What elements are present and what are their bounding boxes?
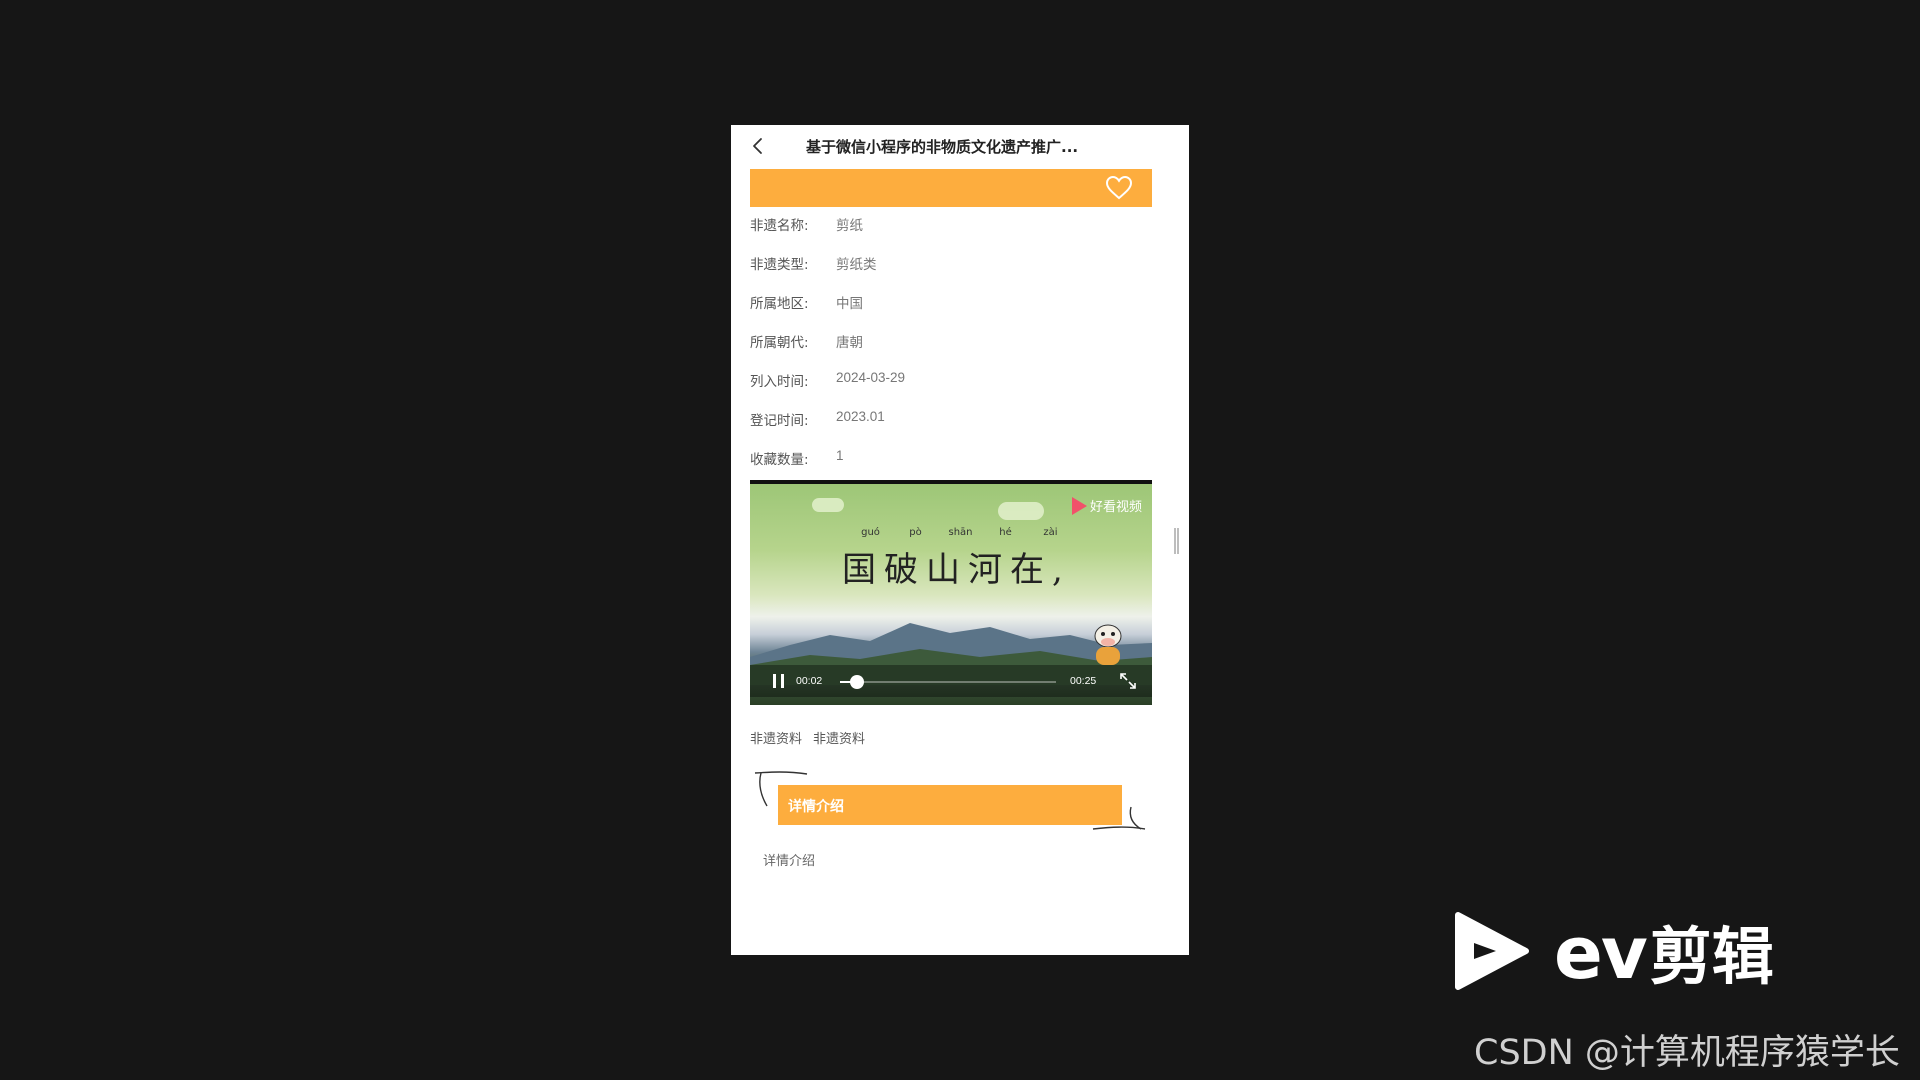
navigation-bar: 基于微信小程序的非物质文化遗产推广... bbox=[731, 125, 1189, 167]
cow-mascot bbox=[1094, 624, 1122, 665]
cloud-decoration bbox=[812, 498, 844, 512]
ev-editor-watermark: ev 剪辑 bbox=[1452, 906, 1774, 996]
info-value: 1 bbox=[836, 448, 844, 463]
info-row-dynasty: 所属朝代: 唐朝 bbox=[750, 331, 1152, 370]
resize-handle[interactable] bbox=[1174, 528, 1179, 554]
pinyin-syllable: zài bbox=[1043, 527, 1058, 538]
bracket-decoration bbox=[1092, 806, 1146, 830]
pause-button[interactable] bbox=[772, 674, 786, 688]
resource-tag[interactable]: 非遗资料 bbox=[750, 728, 802, 747]
info-label: 非遗类型: bbox=[750, 257, 809, 273]
progress-thumb[interactable] bbox=[850, 675, 865, 689]
info-row-registered-date: 登记时间: 2023.01 bbox=[750, 409, 1152, 448]
info-label: 所属地区: bbox=[750, 296, 809, 312]
pause-icon bbox=[781, 674, 784, 688]
top-banner bbox=[750, 169, 1152, 207]
info-value: 剪纸 bbox=[836, 218, 863, 233]
csdn-watermark: CSDN @计算机程序猿学长 bbox=[1474, 1033, 1900, 1073]
duration-time: 00:25 bbox=[1070, 675, 1097, 687]
pause-icon bbox=[773, 674, 776, 688]
heritage-info-list: 非遗名称: 剪纸 非遗类型: 剪纸类 所属地区: 中国 所属朝代: 唐朝 列入时… bbox=[750, 214, 1152, 487]
video-player[interactable]: 好看视频 guó pò shān hé zài 国破山河在, 00:02 00:… bbox=[750, 480, 1152, 705]
screen: 基于微信小程序的非物质文化遗产推广... 非遗名称: 剪纸 非遗类型: 剪纸类 … bbox=[0, 0, 1920, 1080]
pinyin-syllable: guó bbox=[861, 527, 880, 538]
info-row-listed-date: 列入时间: 2024-03-29 bbox=[750, 370, 1152, 409]
pinyin-row: guó pò shān hé zài bbox=[848, 527, 1073, 538]
back-button[interactable] bbox=[748, 135, 770, 157]
current-time: 00:02 bbox=[796, 675, 823, 687]
ev-play-logo-icon bbox=[1455, 912, 1529, 990]
pinyin-syllable: hé bbox=[999, 527, 1012, 538]
video-brand-logo: 好看视频 bbox=[1071, 496, 1142, 515]
info-value: 中国 bbox=[836, 296, 863, 311]
info-label: 所属朝代: bbox=[750, 335, 809, 351]
video-brand-text: 好看视频 bbox=[1089, 500, 1142, 515]
info-value: 2024-03-29 bbox=[836, 370, 906, 385]
progress-bar[interactable] bbox=[840, 675, 1056, 689]
ev-logo-chinese: 剪辑 bbox=[1649, 920, 1774, 993]
chevron-left-icon bbox=[753, 138, 762, 154]
pinyin-syllable: pò bbox=[909, 527, 922, 538]
detail-body-text: 详情介绍 bbox=[763, 854, 816, 869]
video-controls: 00:02 00:25 bbox=[750, 665, 1152, 697]
fullscreen-button[interactable] bbox=[1118, 671, 1138, 691]
favorite-button[interactable] bbox=[1104, 173, 1134, 203]
play-logo-icon bbox=[1071, 496, 1087, 515]
cloud-decoration bbox=[998, 502, 1044, 520]
mini-program-page: 基于微信小程序的非物质文化遗产推广... 非遗名称: 剪纸 非遗类型: 剪纸类 … bbox=[731, 125, 1189, 955]
info-value: 2023.01 bbox=[836, 409, 885, 424]
info-label: 登记时间: bbox=[750, 413, 809, 429]
info-row-name: 非遗名称: 剪纸 bbox=[750, 214, 1152, 253]
resource-tags: 非遗资料 非遗资料 bbox=[750, 728, 865, 747]
poem-line: 国破山河在, bbox=[842, 550, 1071, 590]
info-label: 列入时间: bbox=[750, 374, 809, 390]
detail-section-title: 详情介绍 bbox=[788, 799, 844, 815]
info-row-type: 非遗类型: 剪纸类 bbox=[750, 253, 1152, 292]
heart-outline-icon bbox=[1105, 175, 1133, 200]
resource-tag[interactable]: 非遗资料 bbox=[813, 728, 865, 747]
info-value: 唐朝 bbox=[836, 335, 863, 350]
info-row-region: 所属地区: 中国 bbox=[750, 292, 1152, 331]
detail-section-header: 详情介绍 bbox=[778, 785, 1122, 825]
info-label: 非遗名称: bbox=[750, 218, 809, 234]
fullscreen-icon bbox=[1120, 673, 1136, 689]
ev-logo-latin: ev bbox=[1554, 911, 1648, 995]
page-title: 基于微信小程序的非物质文化遗产推广... bbox=[806, 138, 1079, 156]
info-label: 收藏数量: bbox=[750, 452, 809, 468]
pinyin-syllable: shān bbox=[948, 527, 973, 538]
ev-logo-text: ev 剪辑 bbox=[1554, 906, 1774, 996]
info-value: 剪纸类 bbox=[836, 257, 877, 272]
